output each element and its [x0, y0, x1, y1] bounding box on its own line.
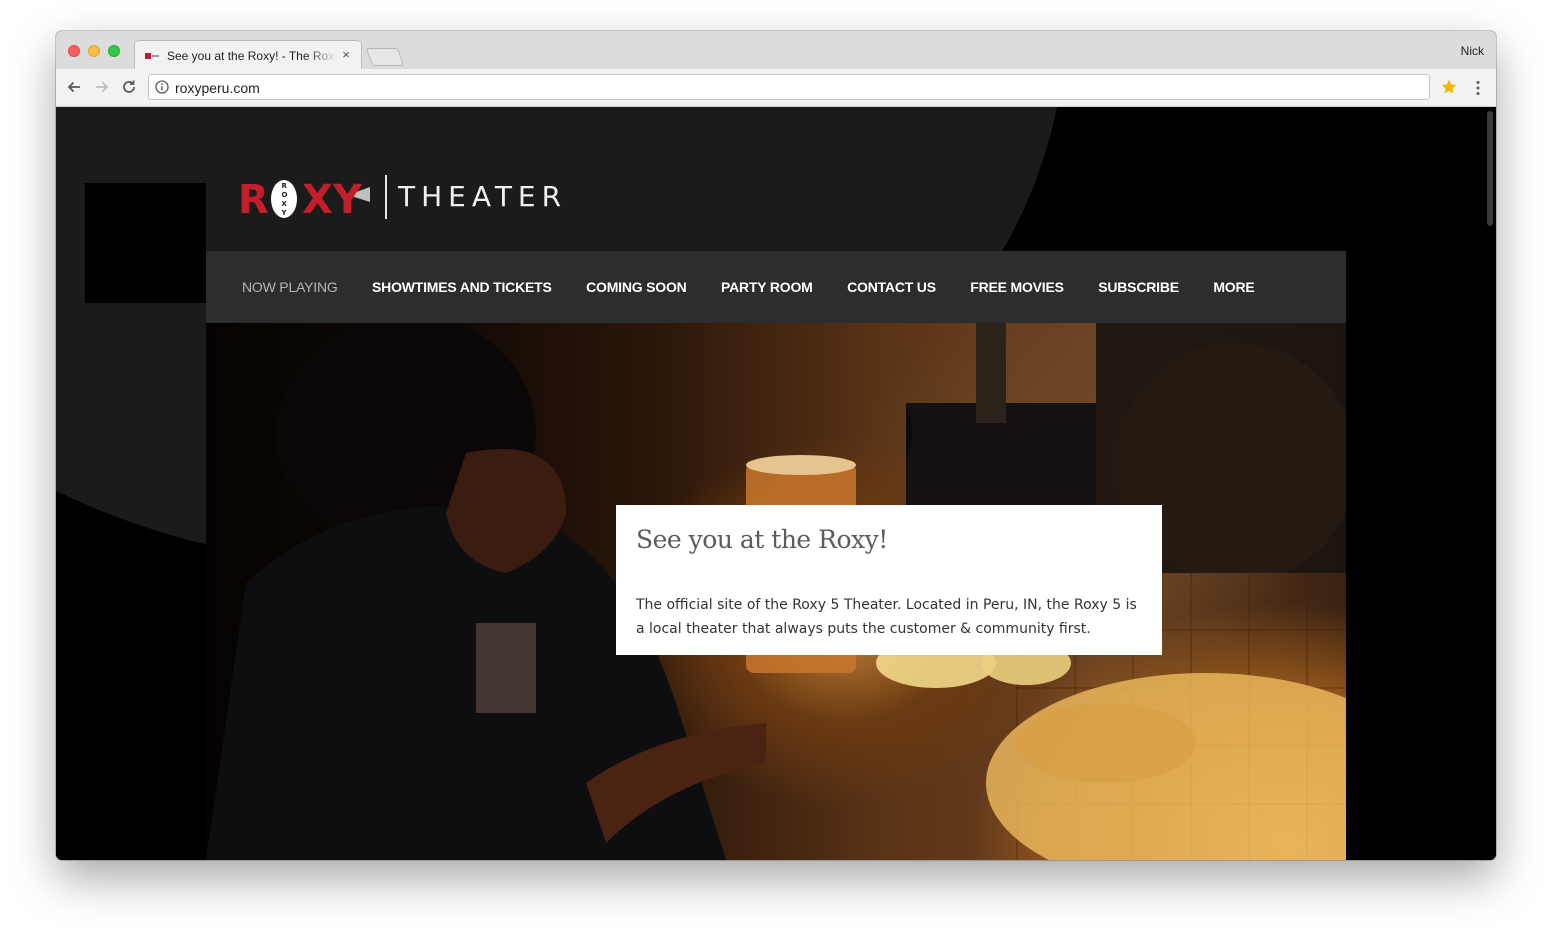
nav-item-subscribe[interactable]: SUBSCRIBE — [1098, 279, 1179, 295]
nav-item-now-playing[interactable]: NOW PLAYING — [242, 279, 338, 295]
tab-strip: See you at the Roxy! - The Roxy 5 Theate… — [56, 31, 1496, 71]
browser-toolbar: roxyperu.com — [56, 69, 1496, 107]
zoom-window-button[interactable] — [108, 45, 120, 57]
url-text[interactable]: roxyperu.com — [175, 80, 260, 96]
roxy-logo-mark: R XY R O X Y — [238, 177, 370, 223]
welcome-title: See you at the Roxy! — [636, 525, 888, 554]
close-window-button[interactable] — [68, 45, 80, 57]
tab-title: See you at the Roxy! - The Roxy 5 Theate… — [167, 49, 337, 63]
svg-text:O: O — [282, 191, 288, 199]
back-icon[interactable] — [65, 78, 83, 96]
nav-item-free-movies[interactable]: FREE MOVIES — [970, 279, 1064, 295]
logo-r-letter: R — [238, 177, 269, 221]
tab-close-icon[interactable]: × — [339, 47, 353, 62]
nav-item-contact-us[interactable]: CONTACT US — [847, 279, 936, 295]
popcorn-pile-graphic — [876, 638, 1346, 860]
logo-divider — [385, 175, 387, 219]
page-scrollbar[interactable] — [1484, 107, 1496, 860]
favicon-icon — [145, 53, 159, 59]
logo-theater-text: THEATER — [398, 180, 568, 213]
page-viewport: R XY R O X Y THEATER NOW PLAYING SHOWTIM… — [56, 107, 1496, 860]
forward-icon[interactable] — [93, 78, 111, 96]
reload-icon[interactable] — [120, 78, 138, 96]
profile-name[interactable]: Nick — [1461, 44, 1484, 58]
svg-text:R: R — [282, 182, 288, 190]
nav-item-showtimes-and-tickets[interactable]: SHOWTIMES AND TICKETS — [372, 279, 552, 295]
browser-tab[interactable]: See you at the Roxy! - The Roxy 5 Theate… — [134, 40, 362, 71]
nav-item-more[interactable]: MORE — [1213, 279, 1254, 295]
address-bar[interactable]: roxyperu.com — [148, 74, 1430, 100]
main-navigation: NOW PLAYING SHOWTIMES AND TICKETS COMING… — [206, 251, 1346, 323]
logo-xy-letters: XY — [302, 177, 363, 221]
site-logo[interactable]: R XY R O X Y THEATER — [236, 173, 568, 223]
welcome-card: See you at the Roxy! The official site o… — [616, 505, 1162, 655]
scrollbar-thumb[interactable] — [1487, 111, 1493, 226]
new-tab-button[interactable] — [365, 48, 405, 66]
menu-icon[interactable] — [1469, 79, 1487, 97]
svg-text:X: X — [282, 200, 288, 208]
browser-window: See you at the Roxy! - The Roxy 5 Theate… — [56, 31, 1496, 860]
welcome-body: The official site of the Roxy 5 Theater.… — [636, 597, 1137, 637]
minimize-window-button[interactable] — [88, 45, 100, 57]
background-shape — [85, 183, 206, 303]
logo-vertical-roxy: R O X Y — [281, 182, 288, 217]
svg-text:Y: Y — [281, 209, 288, 217]
info-icon[interactable] — [155, 80, 169, 94]
star-icon[interactable] — [1440, 78, 1458, 96]
nav-item-coming-soon[interactable]: COMING SOON — [586, 279, 687, 295]
nav-item-party-room[interactable]: PARTY ROOM — [721, 279, 813, 295]
